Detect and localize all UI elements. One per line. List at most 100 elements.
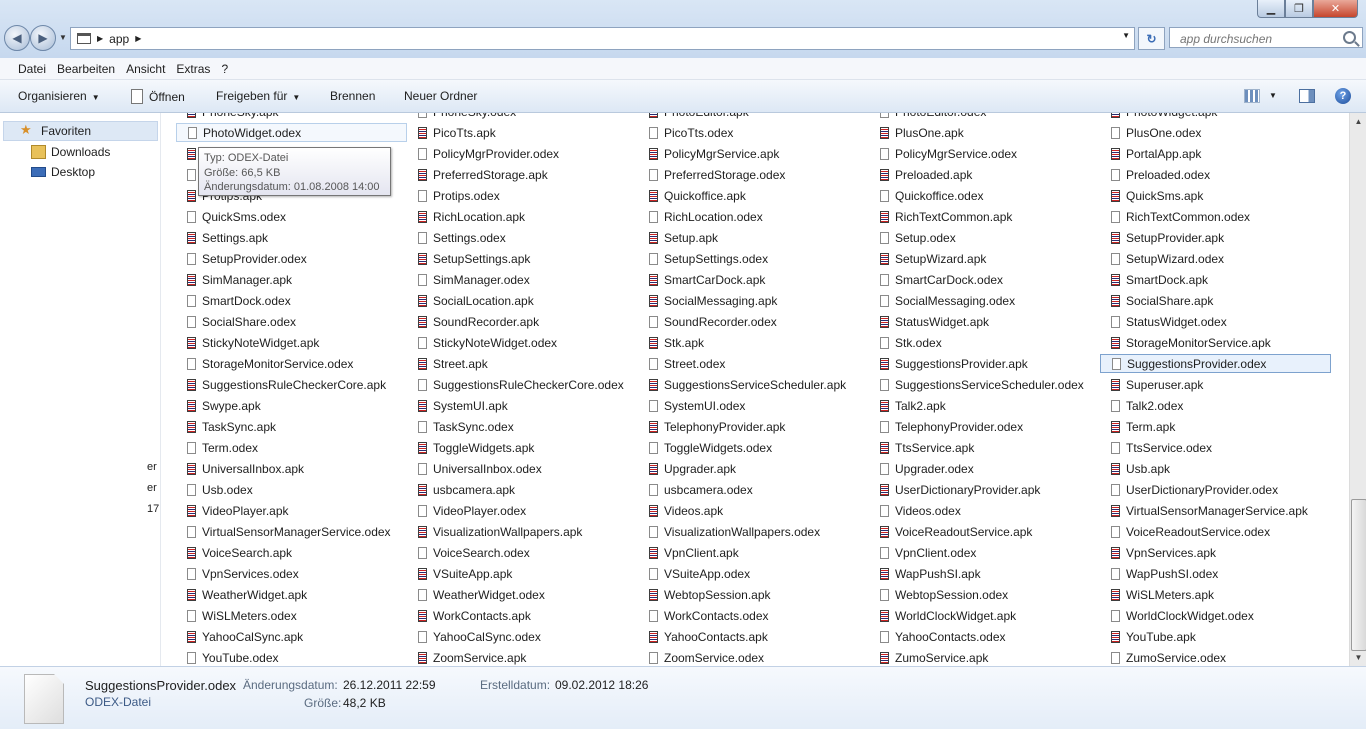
file-item[interactable]: PhoneSky.odex (407, 113, 638, 121)
file-item[interactable]: PhoneSky.apk (176, 113, 407, 121)
file-item[interactable]: TelephonyProvider.apk (638, 417, 869, 436)
file-item[interactable]: PreferredStorage.odex (638, 165, 869, 184)
file-item[interactable]: StorageMonitorService.apk (1100, 333, 1331, 352)
breadcrumb-arrow-icon[interactable]: ▶ (135, 34, 141, 43)
search-input[interactable] (1178, 29, 1342, 48)
file-item[interactable]: Term.apk (1100, 417, 1331, 436)
file-item[interactable]: SuggestionsRuleCheckerCore.apk (176, 375, 407, 394)
new-folder-button[interactable]: Neuer Ordner (404, 89, 477, 103)
forward-arrow-icon[interactable]: ▶ (30, 25, 56, 51)
file-item[interactable]: YouTube.odex (176, 648, 407, 666)
file-item[interactable]: SuggestionsProvider.odex (1100, 354, 1331, 373)
file-item[interactable]: usbcamera.odex (638, 480, 869, 499)
file-item[interactable]: SetupSettings.apk (407, 249, 638, 268)
file-item[interactable]: Videos.odex (869, 501, 1100, 520)
file-item[interactable]: ZumoService.apk (869, 648, 1100, 666)
nav-favorites-label[interactable]: Favoriten (41, 124, 91, 138)
file-item[interactable]: PortalApp.apk (1100, 144, 1331, 163)
file-item[interactable]: PhotoEditor.apk (638, 113, 869, 121)
file-item[interactable]: SocialMessaging.odex (869, 291, 1100, 310)
file-item[interactable]: Usb.odex (176, 480, 407, 499)
file-item[interactable]: VideoPlayer.apk (176, 501, 407, 520)
file-item[interactable]: VSuiteApp.odex (638, 564, 869, 583)
organize-button[interactable]: Organisieren ▼ (18, 89, 100, 103)
nav-item-fragment[interactable]: 17 (147, 503, 159, 515)
file-item[interactable]: SuggestionsServiceScheduler.apk (638, 375, 869, 394)
chevron-down-icon[interactable]: ▼ (1269, 91, 1277, 100)
file-item[interactable]: SystemUI.odex (638, 396, 869, 415)
nav-downloads[interactable]: Downloads (51, 145, 110, 159)
file-item[interactable]: PolicyMgrService.apk (638, 144, 869, 163)
file-item[interactable]: WiSLMeters.apk (1100, 585, 1331, 604)
file-item[interactable]: Preloaded.apk (869, 165, 1100, 184)
file-item[interactable]: WeatherWidget.apk (176, 585, 407, 604)
file-item[interactable]: SocialShare.odex (176, 312, 407, 331)
file-item[interactable]: StorageMonitorService.odex (176, 354, 407, 373)
file-item[interactable]: Street.odex (638, 354, 869, 373)
burn-button[interactable]: Brennen (330, 89, 375, 103)
file-item[interactable]: SmartCarDock.apk (638, 270, 869, 289)
file-item[interactable]: VpnServices.odex (176, 564, 407, 583)
file-item[interactable]: UserDictionaryProvider.odex (1100, 480, 1331, 499)
details-modified-value[interactable]: 26.12.2011 22:59 (343, 678, 436, 692)
nav-item-fragment[interactable]: er (147, 482, 157, 494)
file-item[interactable]: VpnServices.apk (1100, 543, 1331, 562)
file-item[interactable]: SmartDock.apk (1100, 270, 1331, 289)
address-bar[interactable]: ▶ app ▶ ▼ (70, 27, 1135, 50)
file-item[interactable]: WapPushSI.apk (869, 564, 1100, 583)
file-item[interactable]: SocialShare.apk (1100, 291, 1331, 310)
menu-datei[interactable]: Datei (18, 62, 46, 76)
file-item[interactable]: QuickSms.apk (1100, 186, 1331, 205)
file-item[interactable]: UniversalInbox.apk (176, 459, 407, 478)
file-item[interactable]: StatusWidget.odex (1100, 312, 1331, 331)
file-item[interactable]: Swype.apk (176, 396, 407, 415)
file-item[interactable]: TaskSync.odex (407, 417, 638, 436)
open-button[interactable]: Öffnen (131, 89, 185, 104)
recent-pages-dropdown-icon[interactable]: ▼ (59, 33, 67, 42)
menu-ansicht[interactable]: Ansicht (126, 62, 165, 76)
file-item[interactable]: SetupProvider.apk (1100, 228, 1331, 247)
file-item[interactable]: Quickoffice.odex (869, 186, 1100, 205)
preview-pane-icon[interactable] (1299, 89, 1315, 103)
file-item[interactable]: Usb.apk (1100, 459, 1331, 478)
file-item[interactable]: VoiceReadoutService.odex (1100, 522, 1331, 541)
nav-desktop[interactable]: Desktop (51, 165, 95, 179)
file-item[interactable]: SimManager.apk (176, 270, 407, 289)
file-item[interactable]: VirtualSensorManagerService.odex (176, 522, 407, 541)
file-item[interactable]: SoundRecorder.apk (407, 312, 638, 331)
file-item[interactable]: PhotoEditor.odex (869, 113, 1100, 121)
file-item[interactable]: Talk2.odex (1100, 396, 1331, 415)
breadcrumb-arrow-icon[interactable]: ▶ (97, 34, 103, 43)
file-item[interactable]: UserDictionaryProvider.apk (869, 480, 1100, 499)
file-item[interactable]: SuggestionsProvider.apk (869, 354, 1100, 373)
file-item[interactable]: Stk.odex (869, 333, 1100, 352)
file-item[interactable]: YahooContacts.apk (638, 627, 869, 646)
share-button[interactable]: Freigeben für ▼ (216, 89, 300, 103)
file-item[interactable]: ZoomService.odex (638, 648, 869, 666)
file-item[interactable]: SocialLocation.apk (407, 291, 638, 310)
file-item[interactable]: SystemUI.apk (407, 396, 638, 415)
file-item[interactable]: ToggleWidgets.odex (638, 438, 869, 457)
minimize-icon[interactable]: ▁ (1257, 0, 1285, 18)
file-item[interactable]: Preloaded.odex (1100, 165, 1331, 184)
file-item[interactable]: SmartCarDock.odex (869, 270, 1100, 289)
file-item[interactable]: PolicyMgrService.odex (869, 144, 1100, 163)
file-item[interactable]: Superuser.apk (1100, 375, 1331, 394)
close-icon[interactable]: ✕ (1313, 0, 1358, 18)
search-box[interactable] (1169, 27, 1363, 48)
file-item[interactable]: Settings.apk (176, 228, 407, 247)
file-item[interactable]: Term.odex (176, 438, 407, 457)
file-item[interactable]: SetupSettings.odex (638, 249, 869, 268)
file-item[interactable]: WorldClockWidget.apk (869, 606, 1100, 625)
file-item[interactable]: VpnClient.apk (638, 543, 869, 562)
file-item[interactable]: TaskSync.apk (176, 417, 407, 436)
breadcrumb-app[interactable]: app (109, 32, 129, 46)
file-item[interactable]: RichTextCommon.apk (869, 207, 1100, 226)
details-created-value[interactable]: 09.02.2012 18:26 (555, 678, 648, 692)
file-item[interactable]: Upgrader.apk (638, 459, 869, 478)
file-item[interactable]: Upgrader.odex (869, 459, 1100, 478)
file-item[interactable]: WebtopSession.apk (638, 585, 869, 604)
file-item[interactable]: SuggestionsServiceScheduler.odex (869, 375, 1100, 394)
file-item[interactable]: RichLocation.apk (407, 207, 638, 226)
file-item[interactable]: WorkContacts.odex (638, 606, 869, 625)
